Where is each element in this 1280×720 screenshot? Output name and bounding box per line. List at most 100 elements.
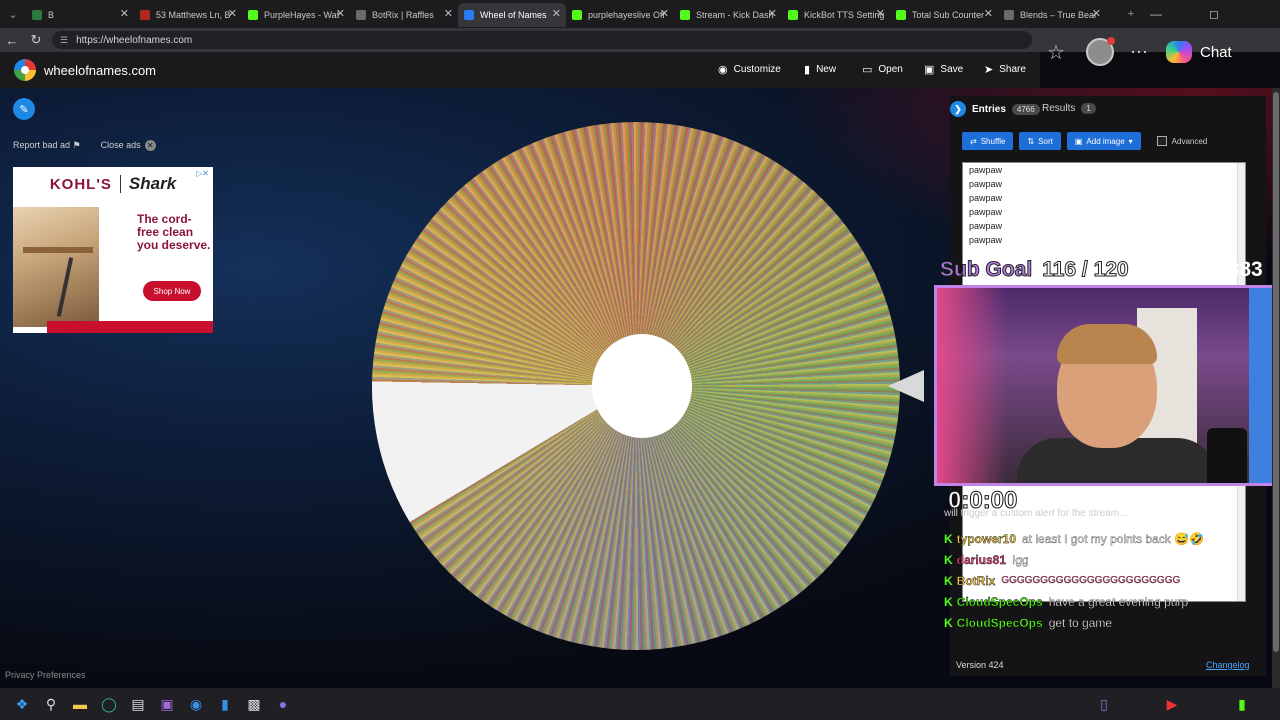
youtube-tray-icon[interactable]: ▶ [1162,694,1182,714]
browser-toolbar-right: ☆ ⋯ Chat [1040,34,1280,70]
edge-browser-icon[interactable]: ◯ [99,694,119,714]
save-button[interactable]: ▣ Save [924,63,963,76]
browser-tab[interactable]: Total Sub Counter ✕ [890,3,998,27]
close-ads-label: Close ads [100,140,141,150]
browser-tab[interactable]: B ✕ [26,3,134,27]
report-ad-link[interactable]: Report bad ad ⚑ [13,140,81,151]
new-label: New [816,64,837,75]
profile-avatar[interactable] [1086,37,1115,66]
webcam-blue-light [1249,288,1273,483]
chat-messages: Ktypower10 at least I got my points back … [944,528,1244,633]
chat-text: have a great evening purp [1048,594,1189,609]
maximize-icon[interactable]: ◻ [1194,0,1234,28]
open-button[interactable]: ▭ Open [862,63,903,76]
customize-label: Customize [733,64,781,75]
tab-close-icon[interactable]: ✕ [1092,7,1101,20]
ad-controls: Report bad ad ⚑ Close ads ✕ [13,140,156,151]
add-image-button[interactable]: ▣ Add image ▾ [1066,132,1141,150]
version-label: Version 424 [956,660,1004,670]
more-options-icon[interactable]: ⋯ [1130,42,1148,63]
advanced-checkbox[interactable] [1156,136,1167,146]
page-scrollbar[interactable] [1272,88,1280,688]
favorites-star-icon[interactable]: ☆ [1040,40,1072,65]
browser-tab[interactable]: Blends – True Bear ✕ [998,3,1106,27]
tab-close-icon[interactable]: ✕ [120,7,129,20]
tab-close-icon[interactable]: ✕ [552,7,561,20]
tab-close-icon[interactable]: ✕ [660,7,669,20]
share-label: Share [999,64,1026,75]
app-icon[interactable]: ◉ [186,694,206,714]
open-label: Open [878,64,903,75]
shop-now-button[interactable]: Shop Now [143,281,201,301]
minimize-icon[interactable]: — [1136,0,1176,28]
browser-tab[interactable]: 53 Matthews Ln, B ✕ [134,3,242,27]
document-icon[interactable]: ▮ [215,694,235,714]
browser-tab[interactable]: KickBot TTS Setting ✕ [782,3,890,27]
changelog-link[interactable]: Changelog [1206,660,1250,670]
ad-headline: The cord-free clean you deserve. [137,212,211,252]
sort-icon: ⇅ [1027,136,1035,146]
kick-tray-icon[interactable]: ▮ [1232,694,1252,714]
tab-search-icon[interactable]: ⌄ [0,0,26,28]
browser-tab[interactable]: Wheel of Names ✕ [458,3,566,27]
add-image-label: Add image [1086,136,1125,146]
tab-close-icon[interactable]: ✕ [336,7,345,20]
sort-button[interactable]: ⇅ Sort [1019,132,1061,150]
notes-icon[interactable]: ▤ [128,694,148,714]
browser-tab-strip: ⌄ B ✕ 53 Matthews Ln, B ✕ PurpleHayes - Wat ✕… [0,0,1280,28]
shuffle-button[interactable]: ⇄ Shuffle [962,132,1014,150]
browser-tab[interactable]: BotRix | Raffles ✕ [350,3,458,27]
close-ads-link[interactable]: Close ads ✕ [101,140,156,151]
tab-entries[interactable]: ❯ Entries 4766 [950,101,1040,117]
chat-overlay: will trigger a custom alert for the stre… [944,508,1244,633]
ad-footer-strip [47,321,213,333]
tab-close-icon[interactable]: ✕ [984,7,993,20]
twitch-tray-icon[interactable]: ▯ [1094,694,1114,714]
site-info-icon[interactable]: ☰ [60,35,68,46]
collapse-arrow-icon[interactable]: ❯ [950,101,966,117]
wheel-center-hub[interactable] [592,334,692,438]
webcam-feed [934,285,1276,486]
file-explorer-icon[interactable]: ▬ [70,694,90,714]
edit-pencil-icon[interactable]: ✎ [13,98,35,120]
windows-start-icon[interactable]: ❖ [12,694,32,714]
entry-line: pawpaw [969,207,1003,217]
copilot-chat-button[interactable]: Chat [1166,41,1232,63]
logo-icon[interactable] [14,59,36,81]
tab-label: B [48,10,55,20]
new-button[interactable]: ▮ New [804,63,836,76]
entry-line: pawpaw [969,221,1003,231]
tab-close-icon[interactable]: ✕ [228,7,237,20]
browser-tab[interactable]: PurpleHayes - Wat ✕ [242,3,350,27]
refresh-icon[interactable]: ↻ [24,28,48,52]
tab-results[interactable]: Results 1 [1042,103,1096,114]
shark-logo: Shark [128,174,177,193]
chat-message: Ktypower10 at least I got my points back … [944,528,1244,549]
sub-goal-overlay: Sub Goal 116 / 120 [939,258,1129,282]
tab-favicon-icon [356,10,366,20]
advanced-toggle[interactable]: Advanced [1156,136,1207,146]
tab-close-icon[interactable]: ✕ [768,7,777,20]
tab-close-icon[interactable]: ✕ [444,7,453,20]
customize-button[interactable]: ◉ Customize [718,63,781,76]
site-title[interactable]: wheelofnames.com [44,63,156,78]
chat-username: BotRix [956,573,996,588]
browser-tab[interactable]: Stream - Kick Dash ✕ [674,3,782,27]
share-button[interactable]: ➤ Share [984,63,1026,76]
discord-icon[interactable]: ● [273,694,293,714]
privacy-preferences-link[interactable]: Privacy Preferences [5,670,86,680]
results-tab-label: Results [1042,103,1076,114]
browser-tab[interactable]: purplehayeslive Off ✕ [566,3,674,27]
back-icon[interactable]: ← [0,28,24,52]
url-field[interactable]: ☰ https://wheelofnames.com [52,31,1032,49]
search-icon[interactable]: ⚲ [41,694,61,714]
chat-text: !gg [1012,552,1029,567]
chat-message: Kdarius81 !gg [944,549,1244,570]
tab-favicon-icon [32,10,42,20]
obs-icon[interactable]: ▣ [157,694,177,714]
tab-close-icon[interactable]: ✕ [876,7,885,20]
terminal-icon[interactable]: ▩ [244,694,264,714]
advertisement[interactable]: ▷✕ KOHL'S Shark The cord-free clean you … [13,167,213,333]
entry-line: pawpaw [969,165,1003,175]
ad-brands: KOHL'S Shark [13,167,213,201]
